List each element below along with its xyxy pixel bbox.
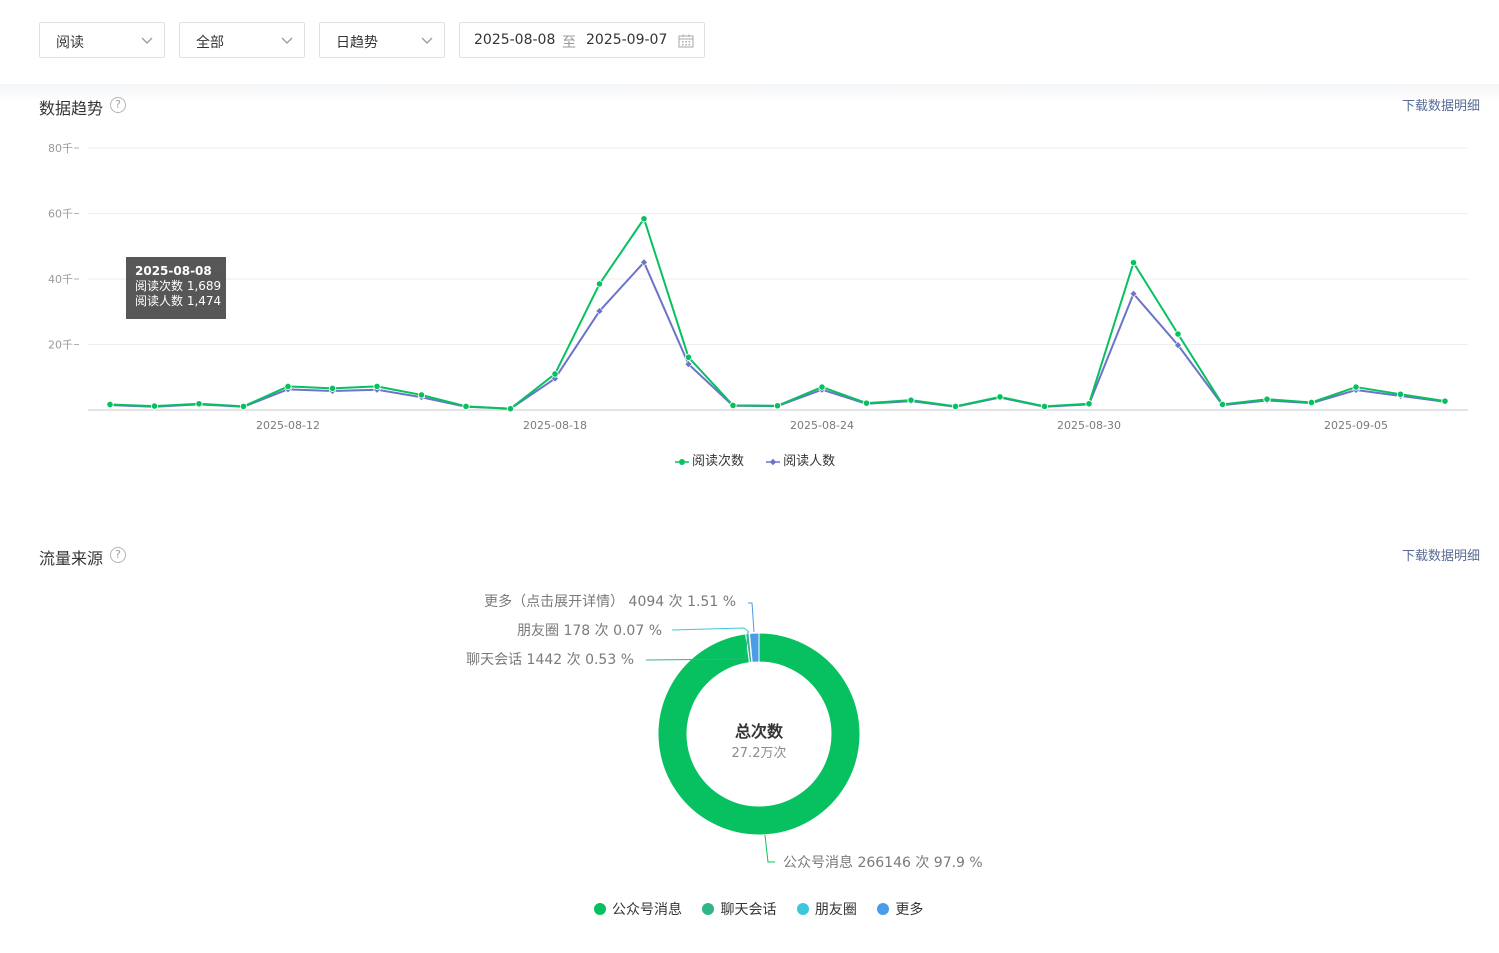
- source-legend: 公众号消息 聊天会话 朋友圈 更多: [594, 899, 939, 919]
- point-reads: [862, 399, 871, 407]
- point-reads: [996, 393, 1004, 401]
- legend-label-chat: 聊天会话: [720, 902, 777, 918]
- legend-label-moments: 朋友圈: [814, 902, 857, 918]
- metric-select-value: 阅读: [56, 35, 84, 51]
- x-tick-label: 2025-08-30: [1057, 419, 1121, 430]
- metric-select[interactable]: 阅读: [39, 22, 165, 58]
- point-reads: [1263, 395, 1271, 403]
- source-download-link[interactable]: 下载数据明细: [1402, 545, 1480, 564]
- y-tick-label: 80千: [48, 142, 73, 155]
- point-reads: [1218, 400, 1227, 409]
- point-reads: [1085, 400, 1093, 408]
- legend-item-readers[interactable]: 阅读人数: [766, 450, 835, 469]
- point-reads: [106, 400, 114, 409]
- scope-select[interactable]: 全部: [179, 22, 305, 58]
- donut-label-chat: 聊天会话 1442 次 0.53 %: [466, 652, 634, 668]
- date-end[interactable]: 2025-09-07: [586, 32, 667, 48]
- chart-tooltip: 2025-08-08 阅读次数 1,689 阅读人数 1,474: [126, 257, 226, 319]
- x-tick-label: 2025-08-24: [790, 419, 854, 430]
- point-reads: [462, 402, 470, 410]
- leader-line-more: [748, 602, 755, 633]
- point-reads: [1129, 259, 1138, 267]
- help-icon[interactable]: ?: [110, 547, 126, 563]
- legend-dot-moments: [796, 903, 809, 915]
- chevron-down-icon: [421, 37, 433, 44]
- point-reads: [640, 215, 648, 223]
- y-tick-label: 40千: [48, 273, 73, 286]
- filter-bar-shadow: [0, 84, 1499, 102]
- donut-center-title: 总次数: [734, 722, 783, 741]
- calendar-icon[interactable]: [678, 34, 694, 48]
- trend-legend: 阅读次数 阅读人数: [675, 450, 853, 469]
- point-reads: [195, 400, 203, 408]
- point-reads: [773, 402, 782, 410]
- legend-label-readers: 阅读人数: [783, 454, 836, 469]
- legend-label-more: 更多: [895, 902, 924, 918]
- point-reads: [1307, 398, 1316, 407]
- leader-line-official: [764, 834, 775, 863]
- point-reads: [907, 396, 915, 404]
- x-tick-label: 2025-08-12: [256, 419, 320, 430]
- date-separator: 至: [562, 35, 576, 51]
- legend-label-reads: 阅读次数: [692, 454, 745, 469]
- legend-item-official[interactable]: 公众号消息: [594, 899, 682, 919]
- series-line-reads: [109, 217, 1446, 410]
- point-reads: [1352, 383, 1360, 391]
- filter-bar: 阅读 全部 日趋势 2025-08-08 至 2025-09-07: [0, 0, 1499, 84]
- tooltip-readers: 阅读人数 1,474: [135, 294, 222, 308]
- trend-download-link[interactable]: 下载数据明细: [1402, 95, 1480, 114]
- donut-label-official: 公众号消息 266146 次 97.9 %: [783, 855, 983, 871]
- scope-select-value: 全部: [196, 35, 224, 51]
- granularity-select[interactable]: 日趋势: [319, 22, 445, 58]
- y-tick-label: 60千: [48, 208, 73, 221]
- leader-line-moments: [671, 627, 750, 633]
- point-reads: [1441, 397, 1449, 405]
- tooltip-reads: 阅读次数 1,689: [135, 279, 222, 293]
- donut-label-moments: 朋友圈 178 次 0.07 %: [517, 623, 662, 639]
- point-reads: [595, 280, 604, 288]
- point-reads: [150, 402, 159, 410]
- point-reads: [506, 405, 515, 413]
- point-reads: [551, 370, 559, 378]
- legend-item-moments[interactable]: 朋友圈: [796, 899, 857, 919]
- donut-center-value: 27.2万次: [731, 746, 787, 761]
- source-section-title: 流量来源: [39, 549, 104, 568]
- legend-item-more[interactable]: 更多: [877, 899, 923, 919]
- trend-section-title: 数据趋势: [39, 99, 104, 118]
- point-reads: [373, 382, 381, 391]
- point-reads: [1040, 402, 1049, 410]
- point-reads: [684, 353, 693, 361]
- date-range-picker[interactable]: 2025-08-08 至 2025-09-07: [459, 22, 705, 58]
- point-reads: [328, 384, 337, 392]
- x-tick-label: 2025-08-18: [523, 419, 587, 430]
- point-reads: [1174, 330, 1182, 338]
- legend-dot-official: [594, 903, 606, 915]
- legend-item-reads[interactable]: 阅读次数: [675, 450, 744, 469]
- date-start[interactable]: 2025-08-08: [474, 32, 555, 48]
- donut-label-more[interactable]: 更多（点击展开详情） 4094 次 1.51 %: [484, 591, 736, 611]
- legend-dot-more: [877, 903, 890, 915]
- tooltip-date: 2025-08-08: [135, 264, 212, 278]
- point-reads: [284, 382, 292, 391]
- x-tick-label: 2025-09-05: [1324, 419, 1388, 430]
- point-reads: [239, 402, 248, 410]
- chevron-down-icon: [281, 37, 293, 44]
- legend-marker-readers: [766, 458, 781, 465]
- legend-marker-reads: [675, 458, 689, 465]
- point-reads: [818, 383, 826, 391]
- legend-item-chat[interactable]: 聊天会话: [702, 899, 776, 919]
- legend-label-official: 公众号消息: [612, 902, 682, 918]
- granularity-select-value: 日趋势: [336, 35, 378, 51]
- point-reads: [951, 402, 960, 410]
- point-reads: [729, 401, 737, 410]
- legend-dot-chat: [702, 903, 715, 915]
- point-reads: [417, 391, 426, 399]
- help-icon[interactable]: ?: [110, 97, 126, 113]
- chevron-down-icon: [141, 37, 153, 44]
- point-reads: [1396, 390, 1405, 398]
- y-tick-label: 20千: [48, 339, 73, 352]
